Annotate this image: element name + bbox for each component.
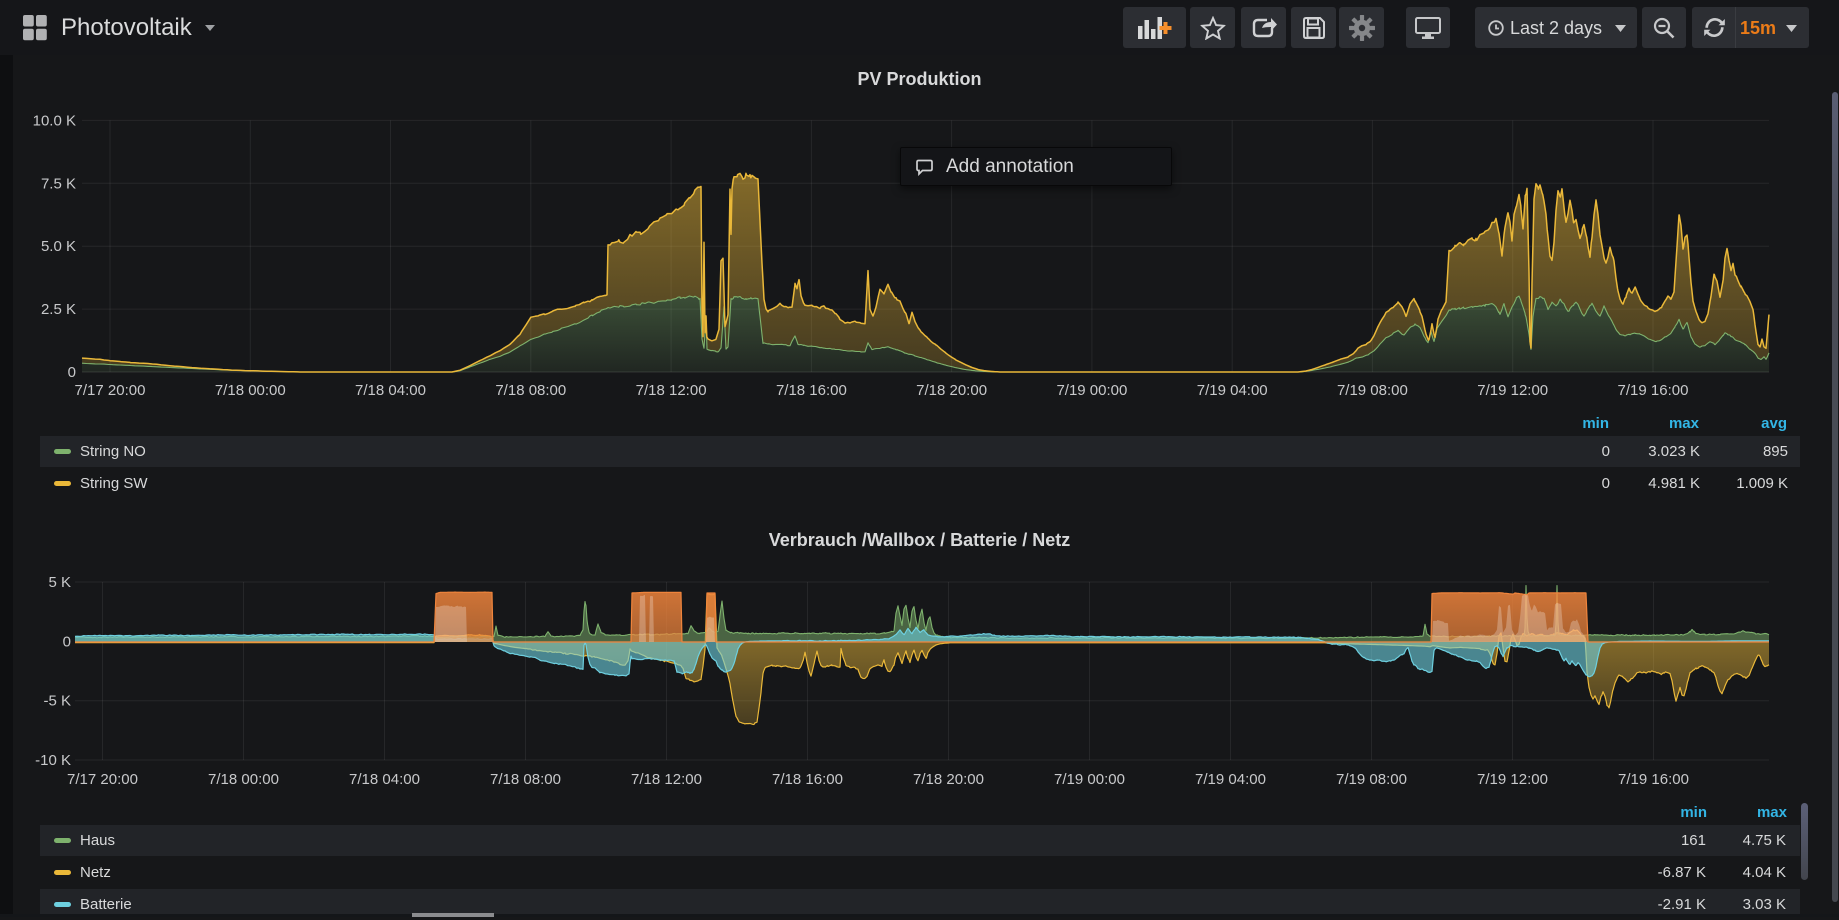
svg-text:7/18 08:00: 7/18 08:00 (490, 771, 561, 788)
svg-text:7/19 16:00: 7/19 16:00 (1618, 382, 1689, 399)
svg-text:7/18 08:00: 7/18 08:00 (495, 382, 566, 399)
svg-text:7/18 04:00: 7/18 04:00 (349, 771, 420, 788)
svg-text:7/17 20:00: 7/17 20:00 (67, 771, 138, 788)
svg-text:7/18 12:00: 7/18 12:00 (631, 771, 702, 788)
svg-text:7/19 04:00: 7/19 04:00 (1195, 771, 1266, 788)
svg-text:7.5 K: 7.5 K (41, 175, 76, 192)
svg-text:-10 K: -10 K (35, 752, 71, 769)
svg-text:7/18 16:00: 7/18 16:00 (776, 382, 847, 399)
svg-text:7/17 20:00: 7/17 20:00 (75, 382, 146, 399)
svg-text:-5 K: -5 K (43, 693, 71, 710)
svg-text:7/19 00:00: 7/19 00:00 (1056, 382, 1127, 399)
svg-text:5 K: 5 K (48, 574, 71, 591)
svg-text:7/19 04:00: 7/19 04:00 (1197, 382, 1268, 399)
svg-text:7/19 12:00: 7/19 12:00 (1477, 382, 1548, 399)
svg-text:7/19 08:00: 7/19 08:00 (1336, 771, 1407, 788)
svg-text:7/19 08:00: 7/19 08:00 (1337, 382, 1408, 399)
svg-text:7/18 00:00: 7/18 00:00 (215, 382, 286, 399)
svg-text:2.5 K: 2.5 K (41, 301, 76, 318)
svg-text:7/18 12:00: 7/18 12:00 (636, 382, 707, 399)
svg-text:7/18 20:00: 7/18 20:00 (913, 771, 984, 788)
svg-text:0: 0 (68, 364, 76, 381)
svg-text:7/18 04:00: 7/18 04:00 (355, 382, 426, 399)
svg-text:5.0 K: 5.0 K (41, 238, 76, 255)
svg-text:7/18 00:00: 7/18 00:00 (208, 771, 279, 788)
svg-text:10.0 K: 10.0 K (33, 112, 76, 129)
svg-text:7/19 16:00: 7/19 16:00 (1618, 771, 1689, 788)
svg-text:0: 0 (63, 633, 71, 650)
svg-text:7/18 16:00: 7/18 16:00 (772, 771, 843, 788)
svg-text:7/18 20:00: 7/18 20:00 (916, 382, 987, 399)
svg-text:7/19 00:00: 7/19 00:00 (1054, 771, 1125, 788)
svg-text:7/19 12:00: 7/19 12:00 (1477, 771, 1548, 788)
